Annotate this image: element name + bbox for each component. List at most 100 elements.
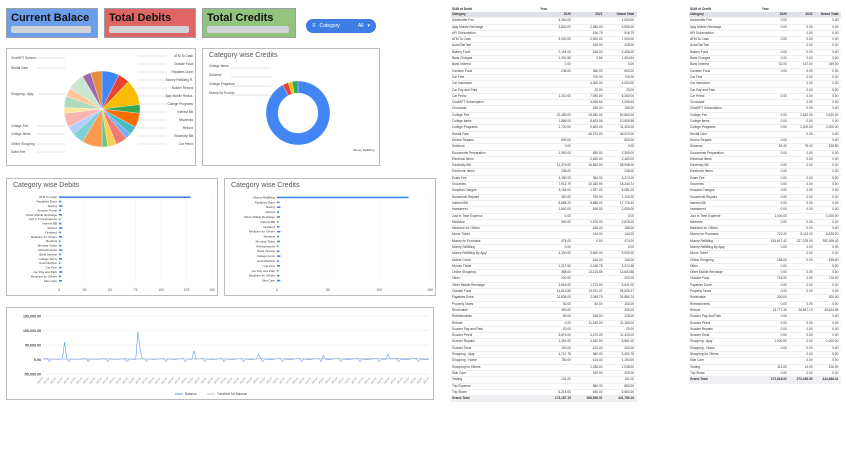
table2-cell: 14.00 <box>804 364 813 369</box>
table1-cell: Mobile Cover <box>452 257 471 262</box>
category-filter-chip[interactable]: ≡ Category All ▾ <box>306 19 376 33</box>
table1-cell: 1,976.00 <box>590 219 603 224</box>
table2-cell: 1,000.00 <box>826 339 839 344</box>
debit-category-label: Amazon Prime <box>37 208 57 212</box>
table2-cell: 0.00 <box>780 37 787 42</box>
pie-legend-label: Builder Refund <box>172 86 193 90</box>
table1-cell: 329.00 <box>592 370 603 375</box>
table1-cell: 450.00 <box>592 389 603 394</box>
donut-legend-label: College Items <box>209 64 229 68</box>
table1-cell: 0.00 <box>627 144 635 149</box>
table2-cell: 0.00 <box>780 150 787 155</box>
table2-cell <box>762 81 788 86</box>
table1-cell: 5,541.00 <box>621 282 635 287</box>
table2-cell: 0.00 <box>806 226 813 231</box>
table2-cell: 0.00 <box>832 18 839 23</box>
credit-pivot-table: SUM of Credit Year Category 2020 2021 Gr… <box>689 6 841 384</box>
table1-cell: Payables Done <box>452 295 474 300</box>
table2-cell: 0.00 <box>832 345 839 350</box>
credit-category-label: Other Mobile Recharge <box>244 215 275 219</box>
table1-cell: Refund <box>452 320 463 325</box>
table2-cell: Chocolate <box>690 100 705 105</box>
table2-cell: 0.00 <box>806 282 813 287</box>
debit-bar <box>59 280 62 282</box>
table1-cell: Exam Fee <box>452 175 467 180</box>
table1-cell: Electricity Bill <box>452 163 471 168</box>
table2-cell: College Items <box>690 119 710 124</box>
table1-cell <box>572 245 604 250</box>
table2-cell: 75.40 <box>804 144 813 149</box>
table2-cell: 32.00 <box>778 62 787 67</box>
debit-category-label: Testing <box>47 204 57 208</box>
debit-category-label: Car Fine <box>45 266 57 270</box>
table2-cell: 0.00 <box>780 112 787 117</box>
current-balance-value <box>11 26 91 33</box>
debit-bar <box>59 227 63 229</box>
pie-legend-label: ChatGPT Subscri. <box>11 56 37 60</box>
table2-col-2020: 2020 <box>779 12 787 16</box>
table1-cell: Other <box>452 276 460 281</box>
table1-cell <box>572 144 604 149</box>
table1-cell: API Subscription <box>452 30 476 35</box>
debit-category-label: Medicine for Others <box>31 274 58 278</box>
table1-cell: 516.75 <box>592 30 603 35</box>
table2-cell <box>788 18 814 23</box>
table2-cell: 158.00 <box>777 257 787 262</box>
table2-cell: 172,618.52 <box>770 377 787 382</box>
credit-category-label: Bank Interest <box>257 249 275 253</box>
table2-cell: 8,835.20 <box>826 232 839 237</box>
table1-cell: 200.00 <box>561 276 571 281</box>
credit-category-label: Medicine for Others <box>249 274 276 278</box>
table1-cell: 28,938.00 <box>619 163 635 168</box>
table2-cell: 0.00 <box>832 81 839 86</box>
table1-cell: 50,560.00 <box>619 112 635 117</box>
table1-cell: 60.00 <box>562 314 571 319</box>
table2-cell <box>762 132 788 137</box>
debit-category-label: College Items <box>39 257 58 261</box>
table2-cell: 0.00 <box>780 282 787 287</box>
table1-cell: 20.00 <box>562 326 571 331</box>
balance-line-panel: 150,000.00 100,000.00 50,000.00 0.00 -50,000… <box>6 307 434 400</box>
table2-cell: Money for Purchase <box>690 232 719 237</box>
table1-cell: Other Mobile Recharge <box>452 282 485 287</box>
table1-cell: 20.00 <box>626 326 635 331</box>
table1-cell: 50.00 <box>562 301 571 306</box>
table1-cell: 5,561.00 <box>621 339 635 344</box>
table1-cell: 441,785.16 <box>618 396 635 401</box>
table2-cell: Scooter Pay and Park <box>690 314 722 319</box>
current-balance-card: Current Balace <box>6 8 98 38</box>
credit-bar <box>277 255 281 257</box>
table2-cell: 0.00 <box>806 352 813 357</box>
table1-cell: 20.00 <box>594 87 603 92</box>
table2-cell: 0.00 <box>806 370 813 375</box>
table2-cell: 0.00 <box>806 24 813 29</box>
table1-cell: 4,000.00 <box>621 18 635 23</box>
credit-x-tick: 0 <box>276 288 278 292</box>
pie-legend-label: Miscelnss <box>179 118 193 122</box>
table1-cell: Car Petrol <box>452 93 467 98</box>
table1-cell: Dental Care <box>452 131 470 136</box>
table1-cell: 0.00 <box>564 213 571 218</box>
table1-cell: 428.00 <box>624 43 635 48</box>
table1-cell: College Programs <box>452 125 478 130</box>
table1-cell: 0.00 <box>564 244 571 249</box>
table2-cell: Testing <box>690 364 701 369</box>
table2-cell: 0.00 <box>780 370 787 375</box>
table2-cell: 0.00 <box>832 219 839 224</box>
debit-category-label: Refund <box>47 226 57 230</box>
table2-cell: Trip Share <box>690 370 705 375</box>
credit-bar <box>277 235 279 238</box>
table2-cell: 716.00 <box>777 276 787 281</box>
debit-category-label: Bank Interest <box>39 252 57 256</box>
table2-cell: Car Fine <box>690 74 703 79</box>
table2-cell <box>762 358 788 363</box>
table1-cell: 0.00 <box>627 244 635 249</box>
table1-cell <box>572 138 604 143</box>
debit-category-label: Interest BB <box>42 222 57 226</box>
credit-bar <box>277 279 281 282</box>
credit-x-tick: 50 <box>326 288 330 292</box>
table2-cell: Exam Fee <box>690 175 705 180</box>
debit-bar <box>59 258 62 260</box>
pie-legend-label: Refund <box>183 126 194 130</box>
table1-cell: 22,836.00 <box>556 295 571 300</box>
